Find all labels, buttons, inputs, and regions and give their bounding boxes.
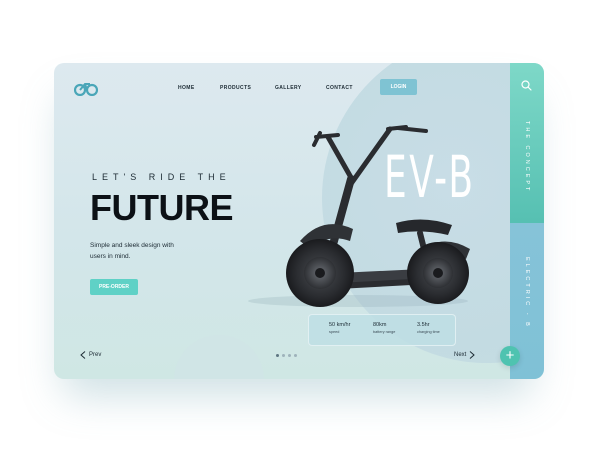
hero-subtitle: Simple and sleek design with users in mi… [90, 242, 174, 260]
bicycle-logo-icon[interactable] [74, 82, 98, 96]
scooter-image [248, 125, 470, 307]
landing-card: HOME PRODUCTS GALLERY CONTACT LOGIN LET'… [54, 63, 544, 379]
hero-headline: FUTURE [90, 187, 234, 228]
nav-products[interactable]: PRODUCTS [220, 85, 251, 91]
plus-button[interactable]: + [500, 346, 520, 366]
spec-value: 3.5hr [417, 322, 430, 328]
pagination-dot[interactable] [294, 354, 297, 357]
pagination-dot[interactable] [276, 354, 279, 357]
spec-label: speed [329, 330, 340, 334]
hero-eyebrow: LET'S RIDE THE [92, 172, 231, 182]
nav-contact[interactable]: CONTACT [326, 85, 353, 91]
next-label: Next [454, 352, 467, 358]
chevron-right-icon [470, 351, 476, 359]
background-circle-small [174, 335, 264, 379]
nav-home[interactable]: HOME [178, 85, 195, 91]
spec-value: 50 km/hr [329, 322, 351, 328]
prev-button[interactable]: Prev [80, 351, 101, 359]
spec-charging-time: 3.5hr charging time [417, 322, 440, 334]
spec-battery-range: 80km battery range [373, 322, 395, 334]
plus-icon: + [505, 347, 515, 364]
login-button[interactable]: LOGIN [380, 79, 417, 95]
prev-label: Prev [89, 352, 102, 358]
spec-speed: 50 km/hr speed [329, 322, 350, 334]
spec-panel: 50 km/hr speed 80km battery range 3.5hr … [308, 314, 456, 346]
rail-text-electric[interactable]: ELECTRIC - B [524, 257, 530, 329]
nav-gallery[interactable]: GALLERY [275, 85, 302, 91]
pagination-dots [276, 354, 297, 357]
spec-label: battery range [373, 330, 396, 334]
pagination-dot[interactable] [282, 354, 285, 357]
pre-order-button[interactable]: PRE-ORDER [90, 279, 138, 295]
rail-text-concept[interactable]: THE CONCEPT [524, 121, 530, 193]
next-button[interactable]: Next [454, 351, 476, 359]
spec-value: 80km [373, 322, 387, 328]
spec-label: charging time [417, 330, 440, 334]
search-icon[interactable] [521, 80, 532, 91]
chevron-left-icon [80, 351, 86, 359]
pagination-dot[interactable] [288, 354, 291, 357]
